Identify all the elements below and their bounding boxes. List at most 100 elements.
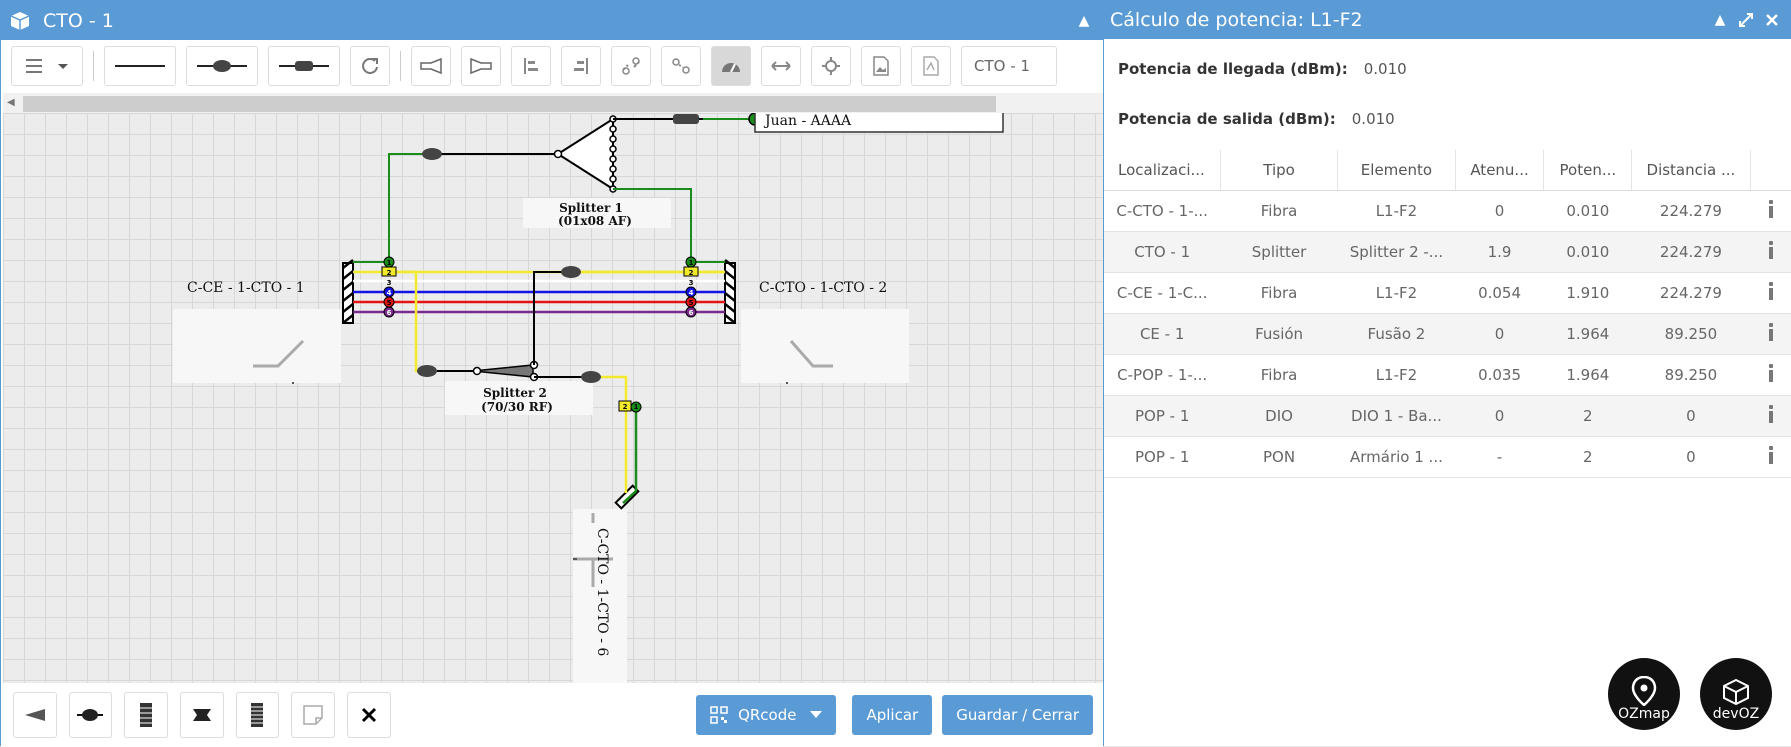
cto-window-titlebar[interactable]: CTO - 1 ▲ [1, 1, 1103, 40]
power-window-title: Cálculo de potencia: L1-F2 [1110, 8, 1363, 31]
splitter2-type: (70/30 RF) [481, 400, 553, 414]
add-note-tool[interactable] [291, 692, 335, 738]
svg-text:1: 1 [689, 259, 694, 267]
window-title: CTO - 1 [43, 9, 114, 32]
splice-diagram-canvas[interactable]: 1 2 3 4 5 6 1 2 3 4 5 6 2 1 Juan - AAAA … [3, 113, 1103, 683]
close-icon[interactable] [1761, 9, 1783, 31]
col-type[interactable]: Tipo [1220, 150, 1339, 191]
connector-icon [279, 61, 329, 71]
info-icon [1768, 322, 1774, 341]
add-fusion-tool[interactable] [68, 692, 113, 738]
box-icon [10, 11, 30, 30]
fusion-4 [581, 371, 601, 383]
qrcode-dropdown-button[interactable]: QRcode [696, 695, 837, 735]
add-connector-button[interactable] [268, 46, 340, 86]
line-icon [115, 65, 165, 67]
svg-text:2: 2 [387, 269, 392, 277]
add-connector-tool[interactable] [179, 692, 224, 738]
power-calc-button[interactable] [711, 46, 751, 86]
power-calc-window: Cálculo de potencia: L1-F2 ▲ Potencia de… [1104, 0, 1791, 746]
cube-icon [1723, 678, 1749, 706]
table-row[interactable]: POP - 1 DIO DIO 1 - Ba... 0 2 0 [1104, 395, 1791, 437]
add-olt-tool[interactable] [235, 692, 280, 738]
table-header-row: Localizaci... Tipo Elemento Atenu... Pot… [1104, 150, 1791, 191]
link-button[interactable] [611, 46, 651, 86]
splitter1-name: Splitter 1 [559, 201, 623, 215]
save-close-button[interactable]: Guardar / Cerrar [942, 695, 1094, 735]
align-left-button[interactable] [511, 46, 551, 86]
pdf-file-icon [923, 56, 939, 76]
align-right-button[interactable] [561, 46, 601, 86]
cable-box-right [741, 309, 909, 383]
info-button[interactable] [1750, 354, 1791, 396]
olt-icon [251, 703, 264, 727]
info-button[interactable] [1750, 436, 1791, 478]
cto-selector[interactable]: CTO - 1 [961, 46, 1057, 86]
cable-bottom-label: C-CTO - 1-CTO - 6 [594, 528, 610, 656]
refresh-icon [362, 58, 378, 74]
collapse-icon[interactable]: ▲ [1709, 9, 1731, 31]
image-file-icon [873, 56, 889, 76]
apply-button[interactable]: Aplicar [852, 695, 933, 735]
horizontal-scrollbar[interactable]: ◀ [3, 93, 1103, 113]
arrival-power-label: Potencia de llegada (dBm): [1118, 60, 1348, 78]
col-distance[interactable]: Distancia ... [1631, 150, 1751, 191]
connector-icon [192, 709, 211, 721]
svg-text:1: 1 [387, 259, 392, 267]
power-loss-table: Localizaci... Tipo Elemento Atenu... Pot… [1104, 150, 1791, 478]
scroll-left-icon[interactable]: ◀ [7, 97, 15, 108]
ozmap-logo[interactable]: OZmap [1608, 658, 1680, 730]
info-button[interactable] [1750, 231, 1791, 273]
expand-icon[interactable] [1735, 9, 1757, 31]
devoz-logo[interactable]: devOZ [1700, 658, 1772, 730]
splitter-left-icon [420, 57, 442, 75]
add-splitter-button[interactable] [411, 46, 451, 86]
crosshair-icon [822, 57, 840, 75]
delete-tool[interactable] [346, 692, 391, 738]
info-icon [1768, 240, 1774, 259]
table-row[interactable]: C-CTO - 1-... Fibra L1-F2 0 0.010 224.279 [1104, 190, 1791, 232]
add-splitter-tool[interactable] [13, 692, 57, 738]
col-power[interactable]: Poten... [1543, 150, 1633, 191]
collapse-window-button[interactable]: ▲ [1073, 10, 1095, 32]
table-row[interactable]: CE - 1 Fusión Fusão 2 0 1.964 89.250 [1104, 313, 1791, 355]
center-button[interactable] [811, 46, 851, 86]
info-button[interactable] [1750, 272, 1791, 314]
table-row[interactable]: POP - 1 PON Armário 1 ... -2 0 [1104, 436, 1791, 478]
unlink-button[interactable] [661, 46, 701, 86]
table-row[interactable]: C-POP - 1-... Fibra L1-F2 0.035 1.964 89.250 [1104, 354, 1791, 396]
distance-button[interactable] [761, 46, 801, 86]
toolbar-divider [400, 51, 401, 81]
info-icon [1768, 363, 1774, 382]
fusion-icon [197, 60, 247, 72]
refresh-button[interactable] [350, 46, 390, 86]
splitter1-type: (01x08 AF) [558, 214, 632, 228]
link-icon [622, 57, 640, 75]
col-attenuation[interactable]: Atenu... [1455, 150, 1545, 191]
draw-fiber-button[interactable] [104, 46, 176, 86]
info-button[interactable] [1750, 313, 1791, 355]
power-window-titlebar[interactable]: Cálculo de potencia: L1-F2 ▲ [1104, 0, 1791, 39]
svg-text:3: 3 [689, 279, 694, 287]
export-pdf-button[interactable] [911, 46, 951, 86]
add-splitter-reverse-button[interactable] [461, 46, 501, 86]
splice-diagram: 1 2 3 4 5 6 1 2 3 4 5 6 2 1 Juan - AAAA … [173, 113, 1004, 683]
col-location[interactable]: Localizaci... [1104, 150, 1221, 191]
col-element[interactable]: Elemento [1337, 150, 1456, 191]
add-fusion-button[interactable] [186, 46, 258, 86]
scrollbar-thumb[interactable] [23, 96, 996, 112]
table-row[interactable]: C-CE - 1-C... Fibra L1-F2 0.054 1.910 224.279 [1104, 272, 1791, 314]
gauge-icon [722, 63, 740, 73]
info-button[interactable] [1750, 190, 1791, 232]
table-row[interactable]: CTO - 1 Splitter Splitter 2 -... 1.9 0.010 22… [1104, 231, 1791, 273]
list-menu-dropdown[interactable] [11, 46, 83, 86]
info-button[interactable] [1750, 395, 1791, 437]
output-power-label: Potencia de salida (dBm): [1118, 110, 1336, 128]
info-icon [1768, 445, 1774, 464]
connector-client [673, 114, 699, 124]
add-dio-tool[interactable] [124, 692, 168, 738]
info-icon [1768, 404, 1774, 423]
svg-text:6: 6 [689, 309, 694, 317]
export-image-button[interactable] [861, 46, 901, 86]
qrcode-icon [710, 706, 728, 724]
